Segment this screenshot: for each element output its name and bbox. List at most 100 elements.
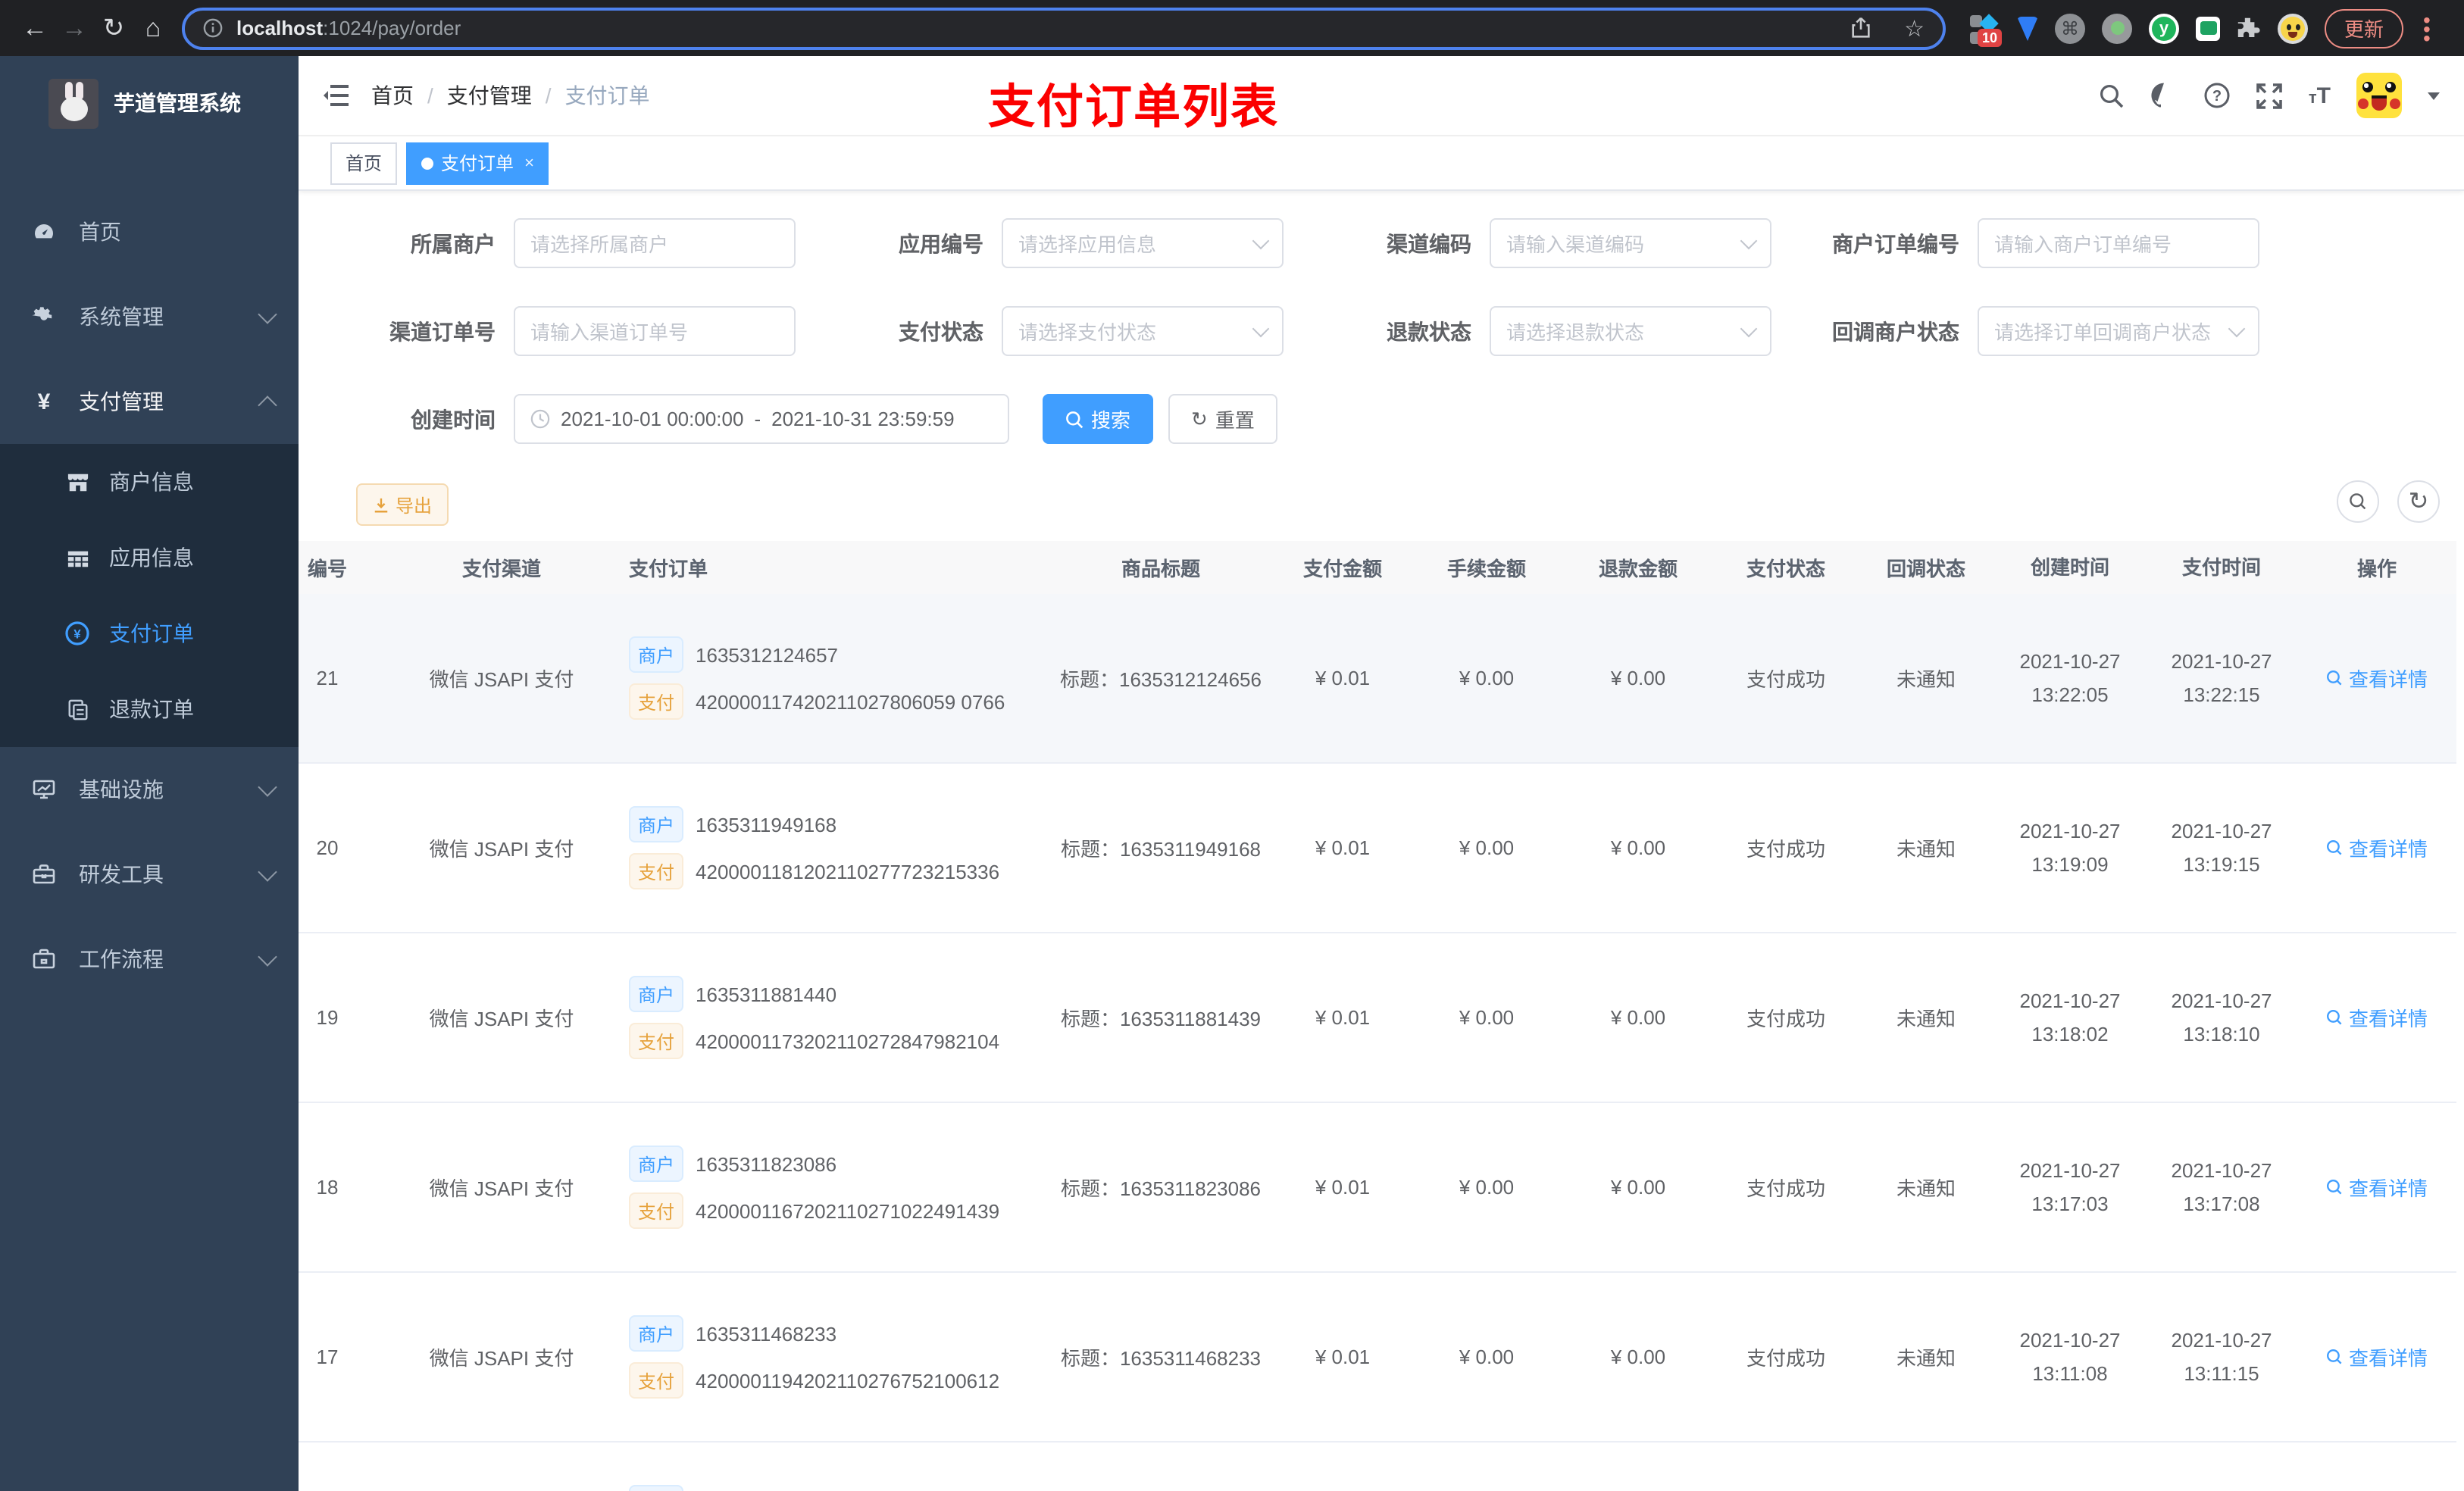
sidebar-item-infrastructure[interactable]: 基础设施 <box>0 747 299 832</box>
view-detail-link[interactable]: 查看详情 <box>2326 1343 2428 1371</box>
reload-icon[interactable]: ↻ <box>94 8 133 48</box>
app-no-select[interactable]: 请选择应用信息 <box>1002 218 1284 268</box>
sidebar-item-payment[interactable]: ¥ 支付管理 <box>0 359 299 444</box>
extension-chat-icon[interactable] <box>2196 16 2220 40</box>
view-detail-link[interactable]: 查看详情 <box>2326 1003 2428 1032</box>
sidebar-item-label: 应用信息 <box>109 545 194 570</box>
sidebar-item-system[interactable]: 系统管理 <box>0 274 299 359</box>
extension-badge-icon[interactable]: 10 <box>1970 13 2003 46</box>
app-header: 首页 / 支付管理 / 支付订单 支付订单列表 ? тT <box>299 56 2464 136</box>
sidebar-item-pay-order[interactable]: ¥ 支付订单 <box>0 595 299 671</box>
help-icon[interactable]: ? <box>2204 82 2231 109</box>
table-row-partial[interactable]: 商户1635311054796 <box>299 1443 2456 1491</box>
home-icon[interactable]: ⌂ <box>133 8 173 48</box>
date-start: 2021-10-01 00:00:00 <box>561 408 744 430</box>
merchant-order-no: 1635311823086 <box>696 1152 837 1175</box>
filter-label-notify-status: 回调商户状态 <box>1832 319 1959 343</box>
search-button[interactable]: 搜索 <box>1043 394 1154 444</box>
chevron-down-icon <box>1252 319 1270 337</box>
sidebar-item-label: 系统管理 <box>79 305 164 329</box>
toggle-search-button[interactable] <box>2337 480 2379 523</box>
search-icon <box>1066 411 1083 428</box>
address-bar[interactable]: localhost:1024/pay/order ☆ <box>182 7 1946 49</box>
merchant-input[interactable]: 请选择所属商户 <box>514 218 796 268</box>
page-content: 所属商户 请选择所属商户 应用编号 请选择应用信息 渠道编码 请输入渠道编码 商… <box>299 191 2464 1491</box>
chevron-down-icon <box>1740 231 1758 249</box>
browser-toolbar: ← → ↻ ⌂ localhost:1024/pay/order ☆ 10 ⌘ <box>0 0 2464 56</box>
extension-dot-icon[interactable] <box>2102 13 2132 43</box>
sidebar-item-app-info[interactable]: 应用信息 <box>0 520 299 595</box>
magnifier-icon <box>2326 1349 2342 1364</box>
filter-label-pay-status: 支付状态 <box>899 319 983 343</box>
table-row[interactable]: 17 微信 JSAPI 支付 商户 1635311468233 支付 4200001… <box>299 1273 2456 1443</box>
sidebar: 芋道管理系统 首页 系统管理 ¥ 支付管理 商户信息 应用信息 ¥ 支付订单 退… <box>0 56 299 1491</box>
tag-pay-order[interactable]: 支付订单 × <box>406 142 549 184</box>
merchant-order-no: 1635311881440 <box>696 983 837 1005</box>
table-row[interactable]: 21 微信 JSAPI 支付 商户 1635312124657 支付 4200001… <box>299 594 2456 764</box>
view-detail-link[interactable]: 查看详情 <box>2326 833 2428 862</box>
payment-submenu: 商户信息 应用信息 ¥ 支付订单 退款订单 <box>0 444 299 747</box>
view-detail-link[interactable]: 查看详情 <box>2326 1173 2428 1202</box>
extension-y-icon[interactable]: y <box>2149 13 2179 43</box>
yen-circle-icon: ¥ <box>64 621 91 645</box>
profile-avatar-icon[interactable] <box>2278 13 2308 43</box>
notify-status-select[interactable]: 请选择订单回调商户状态 <box>1978 306 2259 356</box>
sidebar-item-dev-tools[interactable]: 研发工具 <box>0 832 299 917</box>
extensions-puzzle-icon[interactable] <box>2237 16 2261 40</box>
tag-label: 支付订单 <box>441 153 514 174</box>
table-row[interactable]: 19 微信 JSAPI 支付 商户 1635311881440 支付 4200001… <box>299 933 2456 1103</box>
channel-order-no-input[interactable]: 请输入渠道订单号 <box>514 306 796 356</box>
export-button[interactable]: 导出 <box>356 483 449 526</box>
filter-label-create-time: 创建时间 <box>411 407 496 431</box>
browser-menu-icon[interactable]: • • • <box>2423 8 2431 48</box>
pay-tag: 支付 <box>629 1023 684 1059</box>
font-size-icon[interactable]: тT <box>2309 83 2331 108</box>
create-time-range-input[interactable]: 2021-10-01 00:00:00 - 2021-10-31 23:59:5… <box>514 394 1009 444</box>
pay-status-select[interactable]: 请选择支付状态 <box>1002 306 1284 356</box>
refresh-table-button[interactable]: ↻ <box>2397 480 2440 523</box>
view-detail-link[interactable]: 查看详情 <box>2326 664 2428 692</box>
tags-view: 首页 支付订单 × <box>299 136 2464 191</box>
monitor-icon <box>30 777 58 802</box>
browser-update-button[interactable]: 更新 <box>2325 8 2404 48</box>
screen: ← → ↻ ⌂ localhost:1024/pay/order ☆ 10 ⌘ <box>0 0 2464 1491</box>
header-search-icon[interactable] <box>2100 83 2125 108</box>
yen-icon: ¥ <box>37 389 51 414</box>
merchant-order-no-input[interactable]: 请输入商户订单编号 <box>1978 218 2259 268</box>
sidebar-item-home[interactable]: 首页 <box>0 189 299 274</box>
sidebar-item-merchant-info[interactable]: 商户信息 <box>0 444 299 520</box>
bookmark-star-icon[interactable]: ☆ <box>1904 14 1925 42</box>
url-host: localhost <box>236 17 324 39</box>
merchant-tag: 商户 <box>629 1485 684 1491</box>
sidebar-item-refund-order[interactable]: 退款订单 <box>0 671 299 747</box>
sidebar-collapse-icon[interactable] <box>323 83 350 108</box>
avatar-caret-icon[interactable] <box>2428 92 2440 99</box>
magnifier-icon <box>2326 1010 2342 1025</box>
chevron-down-icon <box>258 304 277 324</box>
forward-icon[interactable]: → <box>55 8 94 48</box>
magnifier-icon <box>2326 670 2342 686</box>
refund-status-select[interactable]: 请选择退款状态 <box>1490 306 1771 356</box>
extension-gem-icon[interactable] <box>2017 16 2038 40</box>
table-row[interactable]: 20 微信 JSAPI 支付 商户 1635311949168 支付 4200001… <box>299 764 2456 933</box>
reset-button[interactable]: ↻ 重置 <box>1168 394 1277 444</box>
tag-home[interactable]: 首页 <box>330 142 398 184</box>
user-avatar[interactable] <box>2356 73 2402 118</box>
table-row[interactable]: 18 微信 JSAPI 支付 商户 1635311823086 支付 4200001… <box>299 1103 2456 1273</box>
extension-command-icon[interactable]: ⌘ <box>2055 13 2085 43</box>
tag-close-icon[interactable]: × <box>524 154 534 172</box>
pay-order-no: 420000117420211027806059 0766 <box>696 690 1005 713</box>
share-icon[interactable] <box>1850 17 1871 39</box>
breadcrumb-payment[interactable]: 支付管理 <box>447 80 532 111</box>
dashboard-icon <box>30 220 58 244</box>
fullscreen-icon[interactable] <box>2257 83 2283 108</box>
pay-tag: 支付 <box>629 853 684 889</box>
merchant-tag: 商户 <box>629 806 684 842</box>
channel-code-select[interactable]: 请输入渠道编码 <box>1490 218 1771 268</box>
magnifier-icon <box>2326 1180 2342 1195</box>
breadcrumb-home[interactable]: 首页 <box>371 80 414 111</box>
sidebar-item-label: 工作流程 <box>79 947 164 971</box>
sidebar-item-workflow[interactable]: 工作流程 <box>0 917 299 1002</box>
back-icon[interactable]: ← <box>15 8 55 48</box>
github-icon[interactable] <box>2151 82 2178 109</box>
